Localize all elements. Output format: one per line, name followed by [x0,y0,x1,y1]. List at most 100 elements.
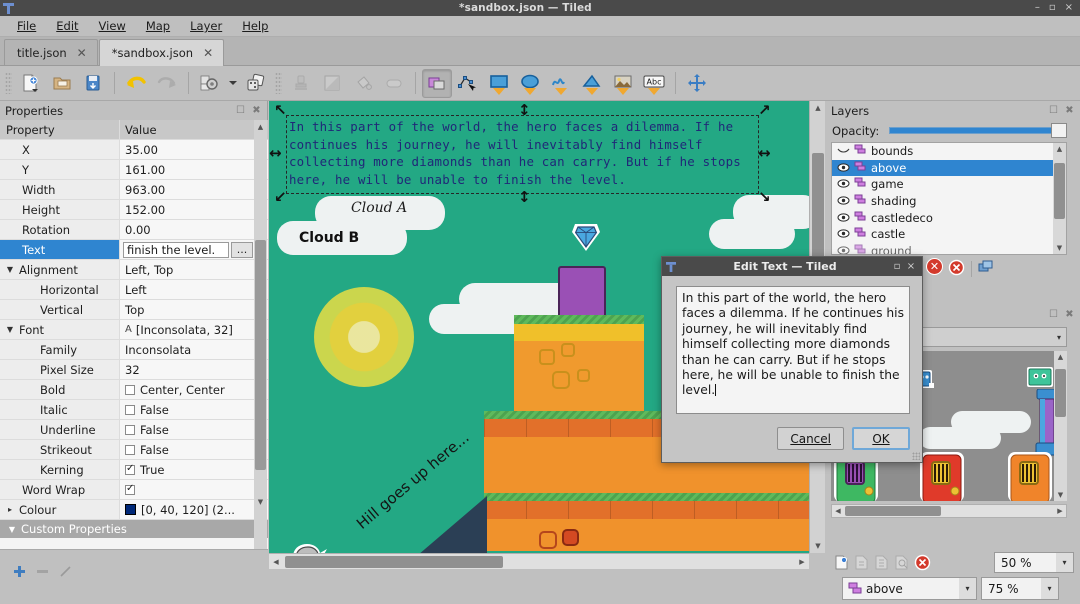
resize-handle-s-icon[interactable]: ↕ [518,190,531,205]
chevron-down-icon[interactable]: ▾ [959,578,976,599]
resize-handle-nw-icon[interactable]: ↖ [274,103,287,118]
tile-sprite-orange-door[interactable] [1007,451,1055,501]
close-dock-icon[interactable]: ✖ [1063,104,1076,117]
eye-open-icon[interactable] [836,177,850,191]
map-text-object[interactable]: In this part of the world, the hero face… [289,118,759,188]
map-zoom-combo[interactable]: 75 % ▾ [981,577,1059,600]
remove-layer-icon[interactable]: ✕ [926,258,943,275]
eye-open-icon[interactable] [836,211,850,225]
tab-close-icon[interactable]: ✕ [203,46,213,60]
random-mode-icon[interactable] [241,69,271,98]
text-property-input[interactable]: finish the level. [123,241,229,258]
map-properties-icon[interactable] [195,69,225,98]
undo-icon[interactable] [121,69,151,98]
menu-map[interactable]: Map [137,17,179,35]
insert-ellipse-icon[interactable] [515,69,545,98]
menu-edit[interactable]: Edit [47,17,87,35]
maximize-button[interactable]: ▫ [1049,0,1056,16]
resize-handle-n-icon[interactable]: ↕ [518,103,531,118]
property-row-text[interactable]: Text finish the level. ... [0,240,268,260]
property-value[interactable]: 152.00 [120,200,268,219]
float-dock-icon[interactable]: ☐ [234,104,247,117]
insert-point-icon[interactable] [546,69,576,98]
cancel-button[interactable]: Cancel [777,427,844,450]
word-wrap-checkbox[interactable] [125,483,135,495]
property-row-rotation[interactable]: Rotation 0.00 [0,220,268,240]
scroll-left-arrow-icon[interactable]: ◀ [269,554,283,570]
scroll-up-arrow-icon[interactable]: ▲ [254,120,267,133]
property-value[interactable]: [Inconsolata, 32] [136,323,233,337]
insert-text-icon[interactable]: Abc [639,69,669,98]
scroll-up-arrow-icon[interactable]: ▲ [1054,351,1067,363]
underline-checkbox[interactable] [125,424,135,435]
edit-text-textarea[interactable]: In this part of the world, the hero face… [676,286,910,414]
scroll-down-arrow-icon[interactable]: ▼ [254,495,267,508]
layer-row-bounds[interactable]: bounds [832,143,1066,160]
property-value[interactable]: 32 [120,360,268,379]
chevron-down-icon[interactable]: ▾ [1057,333,1061,342]
float-dock-icon[interactable]: ☐ [1047,104,1060,117]
property-value[interactable]: Left [120,280,268,299]
float-dock-icon[interactable]: ☐ [1047,308,1060,321]
eye-open-icon[interactable] [836,244,850,254]
strikeout-checkbox[interactable] [125,444,135,455]
property-value[interactable]: 0.00 [120,220,268,239]
italic-checkbox[interactable] [125,404,135,415]
tileset-hscroll-thumb[interactable] [845,506,941,516]
layer-row-ground[interactable]: ground [832,243,1066,254]
property-row-family[interactable]: Family Inconsolata [0,340,268,360]
chevron-right-icon[interactable]: ▸ [4,505,16,514]
menu-view[interactable]: View [90,17,135,35]
toolbar-grip[interactable] [275,72,282,94]
pan-tool-icon[interactable] [682,69,712,98]
layer-row-castledeco[interactable]: castledeco [832,209,1066,226]
tile-sprite-cloud[interactable] [919,427,1001,449]
properties-scrollbar-thumb[interactable] [255,240,266,470]
tab-close-icon[interactable]: ✕ [77,46,87,60]
dialog-resize-grip[interactable] [912,452,920,460]
insert-tile-icon[interactable] [608,69,638,98]
property-value[interactable]: 35.00 [120,140,268,159]
eye-open-icon[interactable] [836,227,850,241]
layer-row-game[interactable]: game [832,176,1066,193]
new-map-icon[interactable] [16,69,46,98]
resize-handle-e-icon[interactable]: ↔ [758,146,771,161]
close-dock-icon[interactable]: ✖ [1063,308,1076,321]
kerning-checkbox[interactable] [125,463,135,475]
select-objects-icon[interactable] [422,68,452,98]
text-property-ellipsis-button[interactable]: ... [231,241,253,258]
property-row-colour[interactable]: ▸ Colour [0, 40, 120] (2... [0,500,268,520]
open-file-icon[interactable] [47,69,77,98]
property-row-bold[interactable]: Bold Center, Center [0,380,268,400]
close-dock-icon[interactable]: ✖ [250,104,263,117]
scroll-down-arrow-icon[interactable]: ▼ [1054,489,1067,501]
ok-button[interactable]: OK [852,427,910,450]
colour-swatch[interactable] [125,504,136,515]
layers-scrollbar[interactable]: ▲ ▼ [1053,143,1066,254]
layers-list[interactable]: bounds above game shading castledeco cas… [831,142,1067,255]
scroll-down-arrow-icon[interactable]: ▼ [1053,242,1066,254]
menu-help[interactable]: Help [233,17,277,35]
eye-closed-icon[interactable] [836,144,850,158]
add-property-button[interactable] [8,562,30,580]
scroll-up-arrow-icon[interactable]: ▲ [810,101,826,115]
insert-rectangle-icon[interactable] [484,69,514,98]
property-row-kerning[interactable]: Kerning True [0,460,268,480]
property-row-strikeout[interactable]: Strikeout False [0,440,268,460]
save-file-icon[interactable] [78,69,108,98]
property-row-underline[interactable]: Underline False [0,420,268,440]
menu-file[interactable]: File [8,17,45,35]
scroll-right-arrow-icon[interactable]: ▶ [795,554,809,570]
properties-scrollbar[interactable]: ▲ ▼ [254,120,267,604]
chevron-down-icon[interactable]: ▾ [1041,578,1058,599]
tileset-horizontal-scrollbar[interactable]: ◀ ▶ [831,504,1067,518]
scroll-up-arrow-icon[interactable]: ▲ [1053,143,1066,155]
tab-sandbox-json[interactable]: *sandbox.json ✕ [98,39,225,66]
property-row-horizontal[interactable]: Horizontal Left [0,280,268,300]
property-value[interactable]: 161.00 [120,160,268,179]
tileset-scrollbar[interactable]: ▲ ▼ [1054,351,1067,501]
eye-open-icon[interactable] [836,161,850,175]
scroll-down-arrow-icon[interactable]: ▼ [810,539,826,553]
resize-handle-sw-icon[interactable]: ↙ [274,190,287,205]
map-properties-dropdown-arrow-icon[interactable] [226,69,240,98]
